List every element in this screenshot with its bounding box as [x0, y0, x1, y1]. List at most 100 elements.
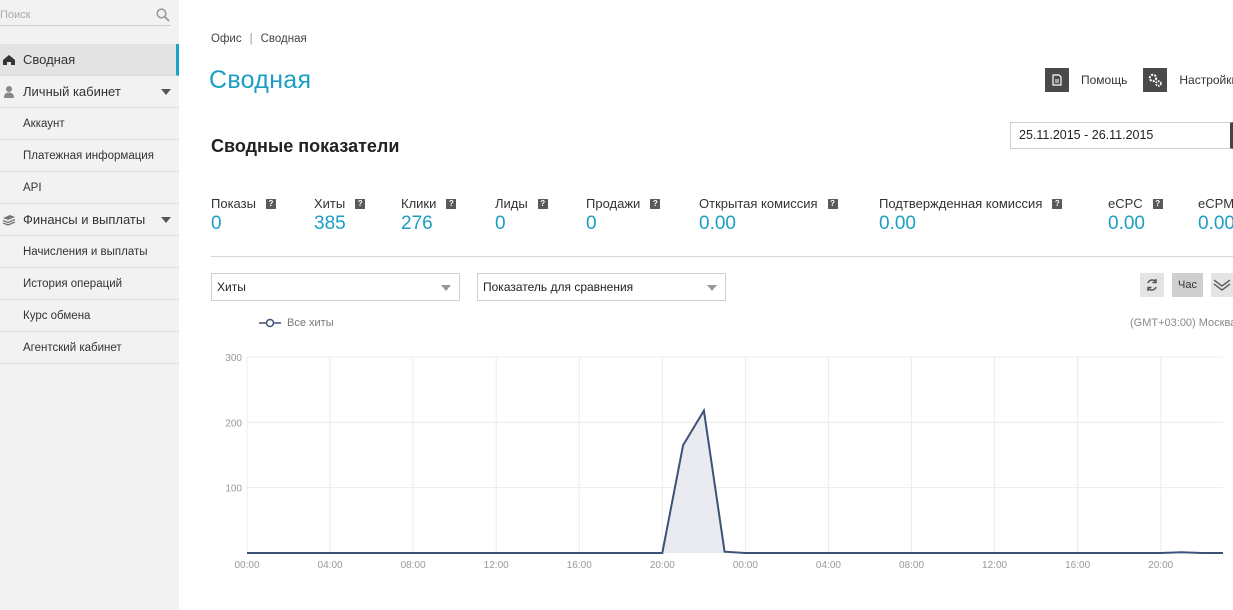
sidebar-item-label: API	[23, 181, 42, 194]
x-tick-label: 16:00	[1065, 560, 1090, 571]
breadcrumb-home-link[interactable]: Офис	[211, 33, 242, 45]
data-point[interactable]	[804, 549, 812, 557]
search-input[interactable]	[0, 4, 171, 26]
help-icon[interactable]: ?	[446, 198, 457, 209]
help-icon[interactable]: ?	[1052, 198, 1063, 209]
data-point[interactable]	[534, 549, 542, 557]
data-point[interactable]	[845, 549, 853, 557]
data-point[interactable]	[513, 549, 521, 557]
collapse-button[interactable]	[1211, 273, 1233, 297]
data-point[interactable]	[1032, 549, 1040, 557]
sidebar-item-account[interactable]: Аккаунт	[0, 108, 179, 140]
data-point[interactable]	[264, 549, 272, 557]
data-point[interactable]	[783, 549, 791, 557]
data-point[interactable]	[471, 549, 479, 557]
y-tick-label: 100	[225, 484, 242, 495]
sidebar-item-api[interactable]: API	[0, 172, 179, 204]
data-point[interactable]	[575, 549, 583, 557]
data-point[interactable]	[243, 549, 251, 557]
series-line	[247, 407, 1223, 554]
data-point[interactable]	[554, 549, 562, 557]
data-point[interactable]	[679, 441, 687, 449]
legend-marker-icon	[259, 318, 281, 328]
data-point[interactable]	[388, 549, 396, 557]
data-point[interactable]	[949, 549, 957, 557]
data-point[interactable]	[1011, 549, 1019, 557]
search-icon[interactable]	[156, 8, 170, 22]
data-point[interactable]	[887, 549, 895, 557]
data-point[interactable]	[638, 549, 646, 557]
data-point[interactable]	[492, 549, 500, 557]
data-point[interactable]	[1136, 549, 1144, 557]
help-icon[interactable]: ?	[537, 198, 548, 209]
metric-ecpc: eCPC? 0.00	[1108, 196, 1163, 235]
data-point[interactable]	[1198, 549, 1206, 557]
metric-open-commission: Открытая комиссия? 0.00	[699, 196, 838, 235]
data-point[interactable]	[741, 549, 749, 557]
data-point[interactable]	[721, 548, 729, 556]
data-point[interactable]	[1157, 549, 1165, 557]
data-point[interactable]	[305, 549, 313, 557]
x-tick-label: 04:00	[816, 560, 841, 571]
metric-confirmed-commission: Подтвержденная комиссия? 0.00	[879, 196, 1063, 235]
data-point[interactable]	[762, 549, 770, 557]
data-point[interactable]	[928, 549, 936, 557]
top-actions: Помощь Настройки	[1045, 68, 1233, 92]
data-point[interactable]	[1219, 549, 1227, 557]
data-point[interactable]	[347, 549, 355, 557]
metric-value: 276	[401, 213, 433, 234]
data-point[interactable]	[1115, 549, 1123, 557]
data-point[interactable]	[409, 549, 417, 557]
help-icon[interactable]: ?	[650, 198, 661, 209]
chart-legend[interactable]: Все хиты	[259, 317, 334, 329]
help-icon[interactable]: ?	[265, 198, 276, 209]
collapse-icon	[1213, 279, 1231, 291]
breadcrumb-current: Сводная	[260, 33, 307, 45]
data-point[interactable]	[451, 549, 459, 557]
help-icon[interactable]: ?	[1152, 198, 1163, 209]
sidebar-item-finance[interactable]: Финансы и выплаты	[0, 204, 179, 236]
compare-select[interactable]: Показатель для сравнения	[477, 273, 726, 301]
sidebar-item-label: Начисления и выплаты	[23, 245, 148, 258]
help-icon[interactable]: ?	[355, 198, 366, 209]
data-point[interactable]	[596, 549, 604, 557]
data-point[interactable]	[866, 549, 874, 557]
refresh-button[interactable]	[1140, 273, 1164, 297]
sidebar-item-summary[interactable]: Сводная	[0, 44, 179, 76]
data-point[interactable]	[824, 549, 832, 557]
sidebar-item-accruals[interactable]: Начисления и выплаты	[0, 236, 179, 268]
data-point[interactable]	[700, 407, 708, 415]
sidebar-item-payment-info[interactable]: Платежная информация	[0, 140, 179, 172]
chevron-down-icon	[707, 285, 717, 291]
date-range-picker[interactable]: 25.11.2015 - 26.11.2015	[1010, 122, 1233, 149]
data-point[interactable]	[1074, 549, 1082, 557]
data-point[interactable]	[326, 549, 334, 557]
data-point[interactable]	[991, 549, 999, 557]
data-point[interactable]	[368, 549, 376, 557]
help-icon[interactable]: ?	[827, 198, 838, 209]
data-point[interactable]	[617, 549, 625, 557]
x-tick-label: 00:00	[733, 560, 758, 571]
sidebar-item-exchange-rate[interactable]: Курс обмена	[0, 300, 179, 332]
sidebar-item-label: Аккаунт	[23, 117, 65, 130]
sidebar-item-history[interactable]: История операций	[0, 268, 179, 300]
breadcrumb-separator: |	[249, 33, 253, 45]
metric-select[interactable]: Хиты	[211, 273, 460, 301]
data-point[interactable]	[908, 549, 916, 557]
data-point[interactable]	[430, 549, 438, 557]
sidebar-item-personal-cabinet[interactable]: Личный кабинет	[0, 76, 179, 108]
granularity-hour-button[interactable]: Час	[1172, 273, 1203, 297]
sidebar-item-agent-cabinet[interactable]: Агентский кабинет	[0, 332, 179, 364]
help-button[interactable]: Помощь	[1045, 68, 1127, 92]
metric-sales: Продажи? 0	[586, 196, 661, 235]
metric-leads: Лиды? 0	[495, 196, 548, 235]
data-point[interactable]	[1094, 549, 1102, 557]
chevron-down-icon	[161, 217, 171, 223]
data-point[interactable]	[1177, 548, 1185, 556]
data-point[interactable]	[285, 549, 293, 557]
data-point[interactable]	[1053, 549, 1061, 557]
settings-button[interactable]: Настройки	[1143, 68, 1233, 92]
data-point[interactable]	[970, 549, 978, 557]
search-bar	[0, 0, 179, 30]
data-point[interactable]	[658, 549, 666, 557]
